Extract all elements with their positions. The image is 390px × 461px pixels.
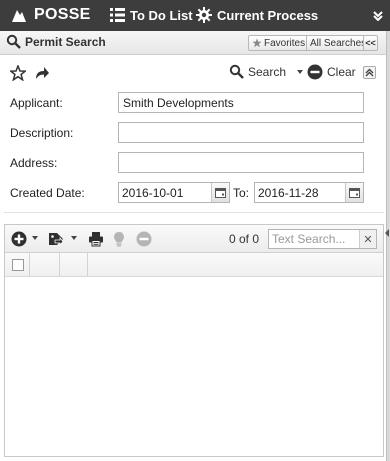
- created-from-value: 2016-10-01: [122, 186, 184, 200]
- add-icon[interactable]: [11, 231, 27, 247]
- app-topbar: POSSE To Do List Current Process: [0, 0, 390, 31]
- remove-icon[interactable]: [136, 231, 152, 247]
- caret-down-icon: [297, 69, 304, 74]
- address-label: Address:: [10, 156, 58, 170]
- calendar-icon: [349, 188, 360, 198]
- search-button[interactable]: Search: [229, 64, 304, 79]
- search-toolbar: Search Clear: [0, 56, 386, 88]
- grid-toolbar: 0 of 0 ✕: [5, 225, 383, 253]
- column-divider: [29, 253, 30, 276]
- favorites-button[interactable]: Favorites: [248, 35, 310, 51]
- to-label: To:: [233, 186, 250, 200]
- collapse-criteria-button[interactable]: [363, 66, 376, 79]
- clear-search-button[interactable]: ✕: [359, 230, 376, 248]
- grid-body: [5, 277, 383, 456]
- current-process-link[interactable]: Current Process: [196, 5, 318, 25]
- print-icon[interactable]: [88, 231, 104, 247]
- created-to-date-field[interactable]: 2016-11-28: [254, 182, 364, 203]
- caret-down-icon[interactable]: [71, 236, 77, 240]
- calendar-button[interactable]: [345, 183, 363, 202]
- search-button-label: Search: [248, 64, 287, 79]
- search-icon: [229, 64, 244, 79]
- calendar-icon: [215, 188, 226, 198]
- brand-logo[interactable]: POSSE: [10, 4, 91, 26]
- all-searches-label: All Searches: [310, 37, 367, 49]
- caret-left-icon[interactable]: [385, 229, 389, 237]
- all-searches-button[interactable]: All Searches: [306, 35, 371, 51]
- search-icon: [6, 34, 21, 49]
- chevron-down-icon[interactable]: [372, 9, 384, 21]
- close-icon: ✕: [363, 233, 373, 246]
- description-label: Description:: [10, 126, 74, 140]
- favorites-label: Favorites: [264, 37, 306, 49]
- created-from-date-field[interactable]: 2016-10-01: [118, 182, 230, 203]
- page-count: 0 of 0: [229, 232, 260, 246]
- todo-list-label: To Do List: [130, 7, 193, 23]
- list-icon: [110, 8, 125, 22]
- collapse-label: <<: [365, 38, 376, 48]
- results-grid: 0 of 0 ✕: [4, 224, 384, 457]
- posse-logo-icon: [12, 10, 26, 22]
- side-panel-handle[interactable]: [386, 31, 390, 461]
- address-field[interactable]: [118, 152, 364, 173]
- collapse-panel-button[interactable]: <<: [363, 35, 378, 51]
- grid-header-row: [5, 253, 383, 277]
- text-search-box: ✕: [268, 229, 377, 249]
- current-process-label: Current Process: [217, 7, 319, 23]
- minus-circle-icon: [307, 64, 323, 80]
- applicant-label: Applicant:: [10, 96, 63, 110]
- select-all-checkbox[interactable]: [12, 259, 24, 271]
- clear-button-label: Clear: [327, 65, 356, 79]
- panel-title-text: Permit Search: [25, 34, 106, 49]
- column-divider: [59, 253, 60, 276]
- applicant-field[interactable]: [118, 92, 364, 113]
- gear-icon: [196, 7, 212, 23]
- created-date-label: Created Date:: [10, 186, 85, 200]
- text-search-input[interactable]: [269, 230, 359, 248]
- calendar-button[interactable]: [211, 183, 229, 202]
- clear-button[interactable]: Clear: [307, 64, 356, 80]
- caret-down-icon[interactable]: [32, 236, 38, 240]
- star-icon: [252, 38, 262, 48]
- share-icon[interactable]: [34, 65, 50, 81]
- lightbulb-icon[interactable]: [111, 231, 127, 247]
- panel-title: Permit Search: [6, 34, 106, 49]
- brand-name: POSSE: [34, 6, 91, 23]
- created-to-value: 2016-11-28: [258, 186, 319, 200]
- todo-list-link[interactable]: To Do List: [110, 5, 193, 25]
- star-icon[interactable]: [10, 65, 26, 81]
- tag-export-icon[interactable]: [48, 231, 64, 247]
- panel-header: Permit Search Favorites All Searches <<: [0, 31, 386, 55]
- description-field[interactable]: [118, 122, 364, 143]
- section-divider: [4, 212, 384, 213]
- column-divider: [87, 253, 88, 276]
- chevron-up-icon: [365, 68, 374, 77]
